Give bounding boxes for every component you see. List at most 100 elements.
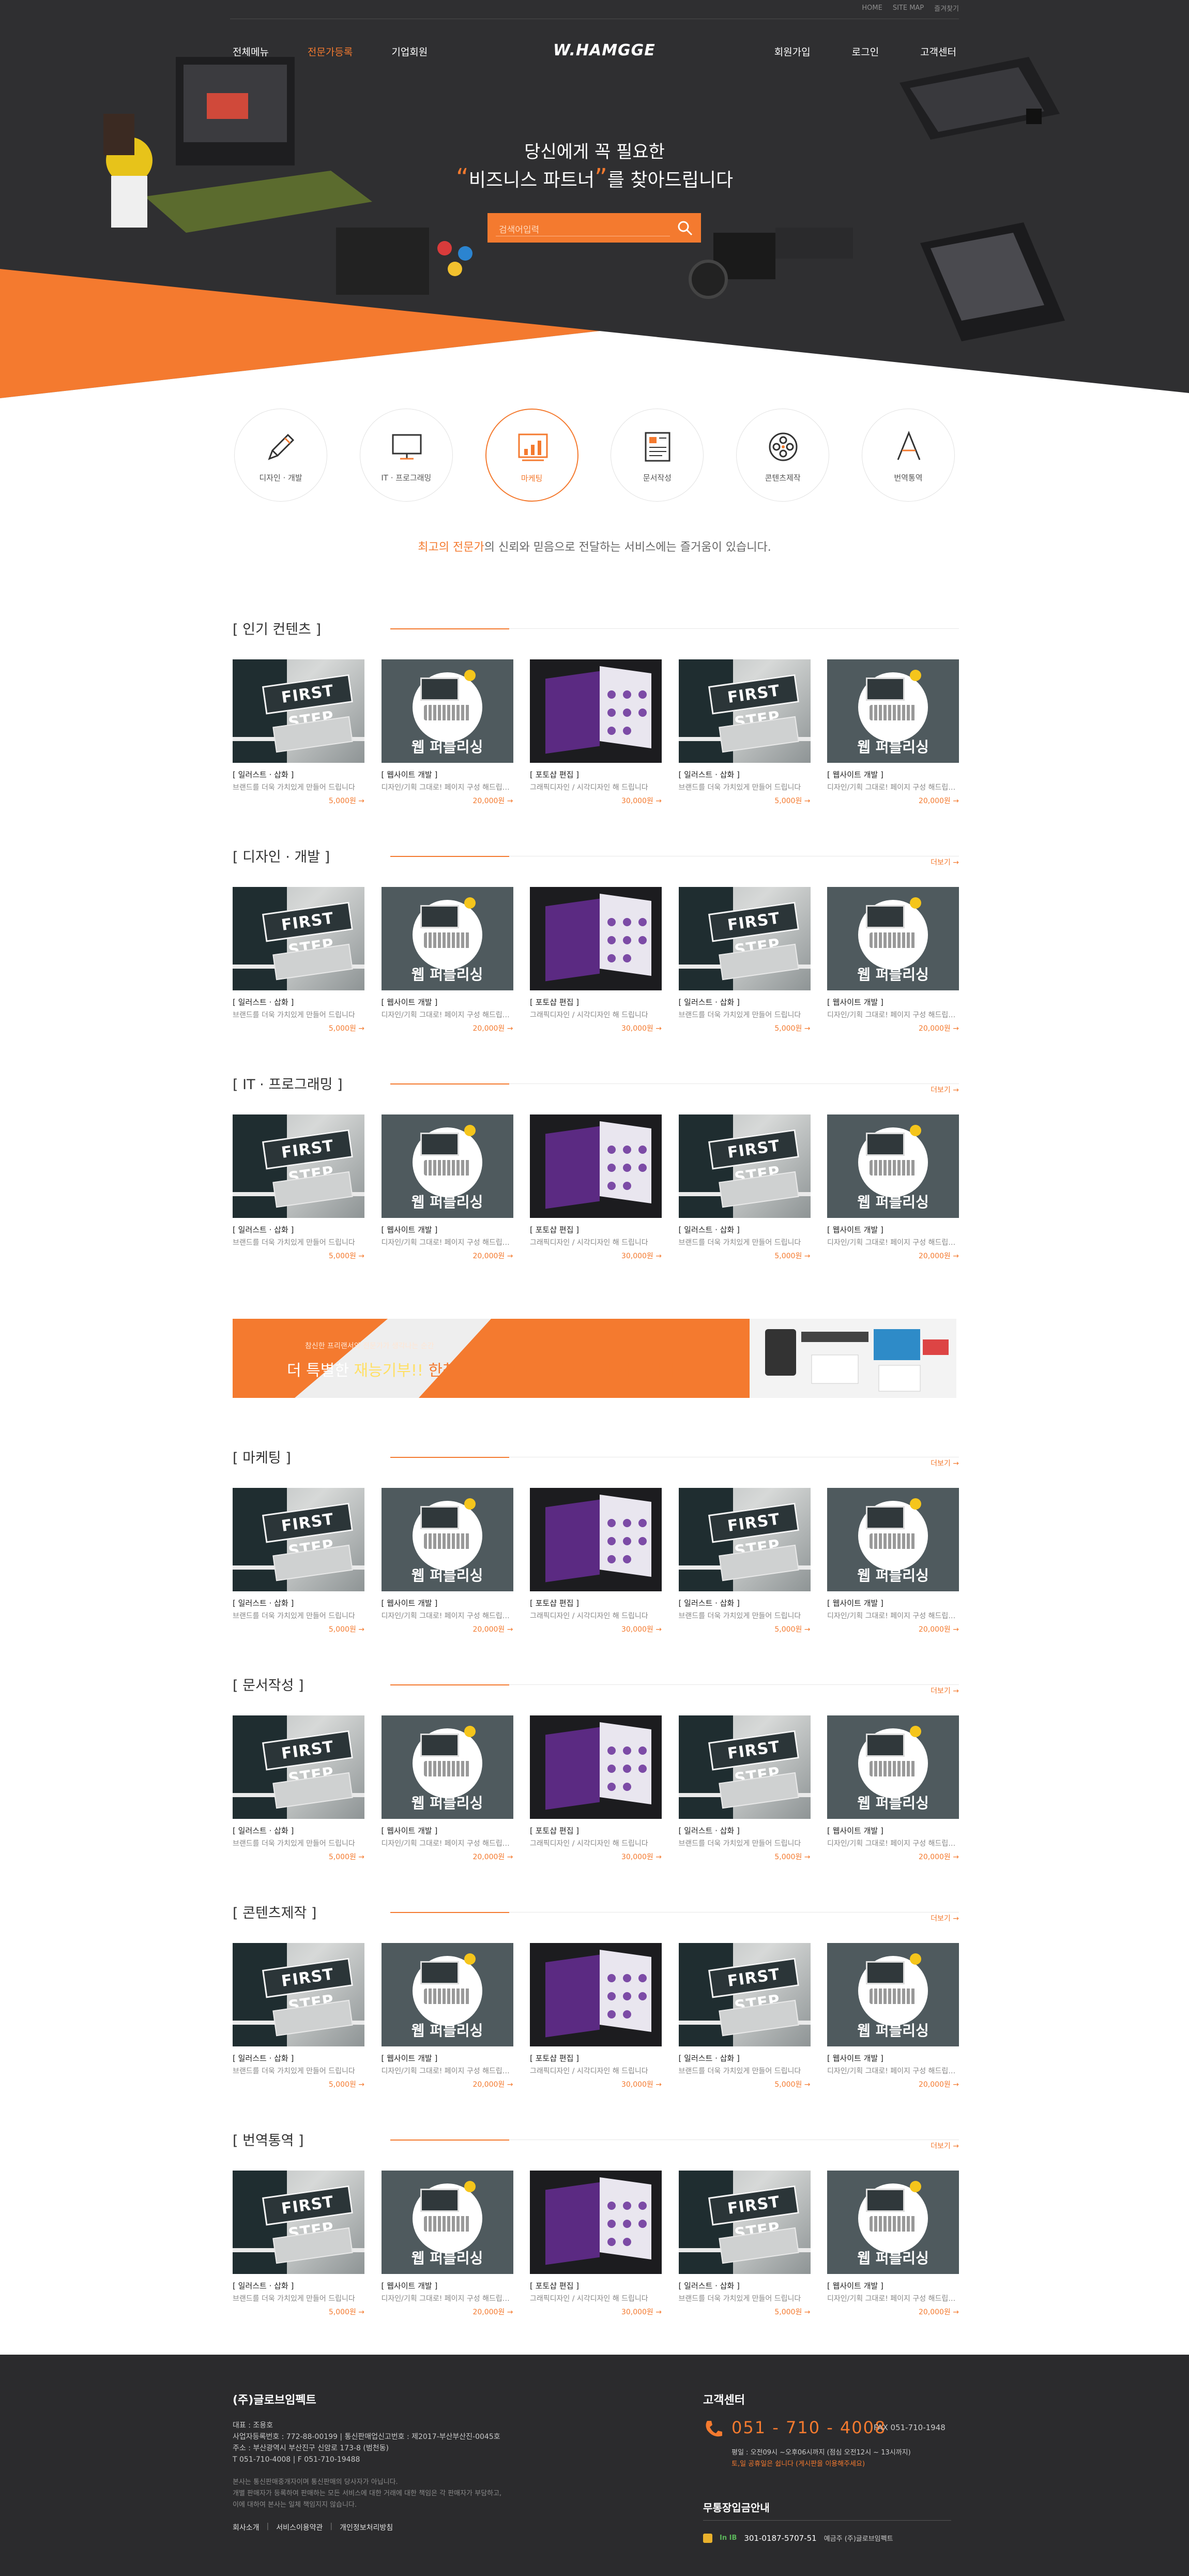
product-card[interactable]: FIRST STEP [ 일러스트 · 삽화 ] 브랜드를 더욱 가치있게 만들어 … [233,2171,364,2317]
product-card[interactable]: FIRST STEP [ 일러스트 · 삽화 ] 브랜드를 더욱 가치있게 만들어 … [233,887,364,1033]
product-card[interactable]: [ 포토샵 편집 ] 그래픽디자인 / 시각디자인 해 드립니다 30,000원 → [530,2171,662,2317]
card-price[interactable]: 5,000원 → [233,795,364,806]
thumbnail-web[interactable]: 웹 퍼블리싱 [381,659,513,763]
thumbnail-photo[interactable]: FIRST STEP [233,1488,364,1591]
footer-link-terms[interactable]: 서비스이용약관 [276,2522,323,2533]
card-price[interactable]: 20,000원 → [382,2307,513,2317]
thumbnail-brochure[interactable] [530,1715,662,1819]
sitemap-link[interactable]: SITE MAP [893,4,924,12]
thumbnail-photo[interactable]: FIRST STEP [233,887,364,990]
more-link[interactable]: 더보기 → [931,2141,959,2151]
product-card[interactable]: [ 포토샵 편집 ] 그래픽디자인 / 시각디자인 해 드립니다 30,000원 → [530,887,662,1033]
favorite-link[interactable]: 즐겨찾기 [934,3,959,13]
product-card[interactable]: FIRST STEP [ 일러스트 · 삽화 ] 브랜드를 더욱 가치있게 만들어 … [233,1114,364,1261]
card-price[interactable]: 30,000원 → [530,1251,662,1261]
card-price[interactable]: 5,000원 → [233,1251,364,1261]
product-card[interactable]: FIRST STEP [ 일러스트 · 삽화 ] 브랜드를 더욱 가치있게 만들어 … [678,887,811,1033]
card-price[interactable]: 20,000원 → [382,1023,513,1033]
card-price[interactable]: 20,000원 → [382,1851,513,1862]
thumbnail-web[interactable]: 웹 퍼블리싱 [827,1715,959,1819]
thumbnail-brochure[interactable] [530,887,662,990]
thumbnail-web[interactable]: 웹 퍼블리싱 [381,1943,513,2046]
product-card[interactable]: FIRST STEP [ 일러스트 · 삽화 ] 브랜드를 더욱 가치있게 만들어 … [678,2171,811,2317]
card-price[interactable]: 20,000원 → [382,1624,513,1634]
thumbnail-photo[interactable]: FIRST STEP [678,1943,811,2046]
thumbnail-photo[interactable]: FIRST STEP [233,2171,364,2274]
card-price[interactable]: 30,000원 → [530,1023,662,1033]
thumbnail-photo[interactable]: FIRST STEP [678,1715,811,1819]
product-card[interactable]: FIRST STEP [ 일러스트 · 삽화 ] 브랜드를 더욱 가치있게 만들어 … [233,1488,364,1634]
thumbnail-photo[interactable]: FIRST STEP [678,887,811,990]
card-price[interactable]: 30,000원 → [530,1624,662,1634]
product-card[interactable]: 웹 퍼블리싱 [ 웹사이트 개발 ] 디자인/기획 그대로! 페이지 구성 해드립니… [381,1114,513,1261]
product-card[interactable]: [ 포토샵 편집 ] 그래픽디자인 / 시각디자인 해 드립니다 30,000원 → [530,1488,662,1634]
product-card[interactable]: FIRST STEP [ 일러스트 · 삽화 ] 브랜드를 더욱 가치있게 만들어 … [233,1943,364,2089]
product-card[interactable]: 웹 퍼블리싱 [ 웹사이트 개발 ] 디자인/기획 그대로! 페이지 구성 해드립니… [827,2171,959,2317]
home-link[interactable]: HOME [862,4,882,12]
product-card[interactable]: FIRST STEP [ 일러스트 · 삽화 ] 브랜드를 더욱 가치있게 만들어 … [233,1715,364,1862]
thumbnail-web[interactable]: 웹 퍼블리싱 [827,2171,959,2274]
product-card[interactable]: 웹 퍼블리싱 [ 웹사이트 개발 ] 디자인/기획 그대로! 페이지 구성 해드립니… [827,887,959,1033]
category-marketing[interactable]: 마케팅 [485,409,578,502]
product-card[interactable]: FIRST STEP [ 일러스트 · 삽화 ] 브랜드를 더욱 가치있게 만들어 … [678,1488,811,1634]
thumbnail-web[interactable]: 웹 퍼블리싱 [827,1488,959,1591]
product-card[interactable]: 웹 퍼블리싱 [ 웹사이트 개발 ] 디자인/기획 그대로! 페이지 구성 해드립니… [381,1488,513,1634]
product-card[interactable]: 웹 퍼블리싱 [ 웹사이트 개발 ] 디자인/기획 그대로! 페이지 구성 해드립니… [381,659,513,806]
card-price[interactable]: 20,000원 → [827,2307,959,2317]
thumbnail-brochure[interactable] [530,1488,662,1591]
thumbnail-web[interactable]: 웹 퍼블리싱 [381,1488,513,1591]
product-card[interactable]: 웹 퍼블리싱 [ 웹사이트 개발 ] 디자인/기획 그대로! 페이지 구성 해드립니… [381,2171,513,2317]
card-price[interactable]: 5,000원 → [679,1251,810,1261]
card-price[interactable]: 5,000원 → [679,2307,810,2317]
product-card[interactable]: 웹 퍼블리싱 [ 웹사이트 개발 ] 디자인/기획 그대로! 페이지 구성 해드립니… [827,1114,959,1261]
thumbnail-photo[interactable]: FIRST STEP [233,659,364,763]
category-translation[interactable]: 번역통역 [861,409,955,502]
card-price[interactable]: 20,000원 → [827,1624,959,1634]
card-price[interactable]: 30,000원 → [530,795,662,806]
product-card[interactable]: [ 포토샵 편집 ] 그래픽디자인 / 시각디자인 해 드립니다 30,000원 → [530,659,662,806]
thumbnail-web[interactable]: 웹 퍼블리싱 [827,659,959,763]
search-box[interactable]: 검색어입력 [487,213,701,243]
category-content[interactable]: 콘텐츠제작 [736,409,830,502]
thumbnail-photo[interactable]: FIRST STEP [233,1943,364,2046]
card-price[interactable]: 20,000원 → [382,795,513,806]
card-price[interactable]: 20,000원 → [827,1023,959,1033]
search-icon[interactable] [676,219,694,237]
category-document[interactable]: 문서작성 [611,409,704,502]
card-price[interactable]: 30,000원 → [530,2079,662,2089]
card-price[interactable]: 20,000원 → [827,795,959,806]
card-price[interactable]: 5,000원 → [233,1624,364,1634]
thumbnail-photo[interactable]: FIRST STEP [678,1488,811,1591]
more-link[interactable]: 더보기 → [931,1685,959,1696]
more-link[interactable]: 더보기 → [931,1458,959,1468]
thumbnail-photo[interactable]: FIRST STEP [678,1114,811,1218]
footer-link-about[interactable]: 회사소개 [233,2522,260,2533]
thumbnail-web[interactable]: 웹 퍼블리싱 [381,887,513,990]
product-card[interactable]: 웹 퍼블리싱 [ 웹사이트 개발 ] 디자인/기획 그대로! 페이지 구성 해드립니… [381,887,513,1033]
product-card[interactable]: 웹 퍼블리싱 [ 웹사이트 개발 ] 디자인/기획 그대로! 페이지 구성 해드립니… [381,1715,513,1862]
site-logo[interactable]: W.HAMGGE [553,41,656,59]
more-link[interactable]: 더보기 → [931,1084,959,1095]
product-card[interactable]: FIRST STEP [ 일러스트 · 삽화 ] 브랜드를 더욱 가치있게 만들어 … [678,1943,811,2089]
product-card[interactable]: FIRST STEP [ 일러스트 · 삽화 ] 브랜드를 더욱 가치있게 만들어 … [678,1114,811,1261]
product-card[interactable]: FIRST STEP [ 일러스트 · 삽화 ] 브랜드를 더욱 가치있게 만들어 … [233,659,364,806]
card-price[interactable]: 5,000원 → [679,1023,810,1033]
thumbnail-web[interactable]: 웹 퍼블리싱 [381,2171,513,2274]
footer-link-privacy[interactable]: 개인정보처리방침 [340,2522,393,2533]
more-link[interactable]: 더보기 → [931,857,959,867]
card-price[interactable]: 30,000원 → [530,2307,662,2317]
product-card[interactable]: FIRST STEP [ 일러스트 · 삽화 ] 브랜드를 더욱 가치있게 만들어 … [678,1715,811,1862]
product-card[interactable]: [ 포토샵 편집 ] 그래픽디자인 / 시각디자인 해 드립니다 30,000원 → [530,1715,662,1862]
card-price[interactable]: 5,000원 → [233,1851,364,1862]
thumbnail-web[interactable]: 웹 퍼블리싱 [827,1943,959,2046]
nav-corporate-member[interactable]: 기업회원 [391,44,428,58]
thumbnail-web[interactable]: 웹 퍼블리싱 [381,1715,513,1819]
thumbnail-web[interactable]: 웹 퍼블리싱 [381,1114,513,1218]
product-card[interactable]: 웹 퍼블리싱 [ 웹사이트 개발 ] 디자인/기획 그대로! 페이지 구성 해드립니… [827,1943,959,2089]
product-card[interactable]: 웹 퍼블리싱 [ 웹사이트 개발 ] 디자인/기획 그대로! 페이지 구성 해드립니… [827,659,959,806]
thumbnail-photo[interactable]: FIRST STEP [678,2171,811,2274]
card-price[interactable]: 5,000원 → [679,795,810,806]
card-price[interactable]: 20,000원 → [827,1851,959,1862]
card-price[interactable]: 5,000원 → [679,1851,810,1862]
promo-banner[interactable]: 참신한 프리랜서와 전문가가 생각나는 순간 더 특별한 재능기부!! 한참 고… [233,1319,956,1398]
